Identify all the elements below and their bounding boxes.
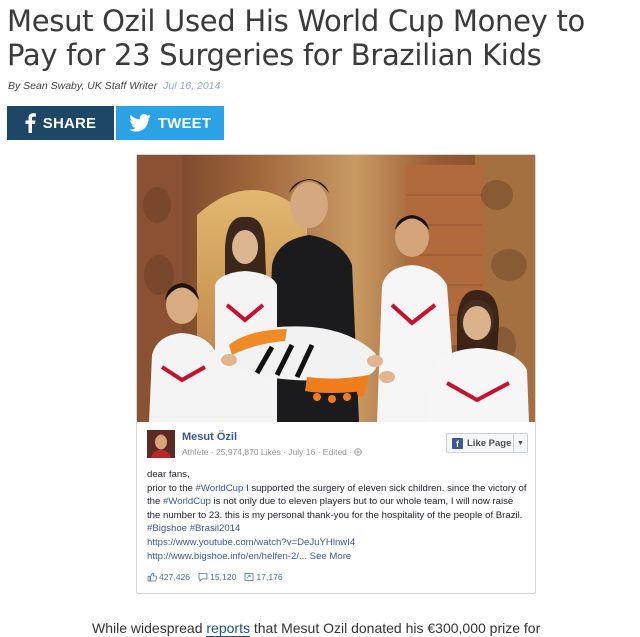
post-photo — [137, 155, 535, 422]
reports-link[interactable]: reports — [206, 620, 250, 637]
facebook-embedded-post: Mesut Özil Athlete · 25,974,870 Likes · … — [136, 154, 536, 594]
facebook-icon — [25, 113, 36, 133]
facebook-icon: f — [452, 437, 463, 449]
thumbs-up-icon — [147, 572, 157, 582]
twitter-bird-icon — [128, 114, 151, 132]
post-last-line: http://www.bigshoe.info/en/helfen-2/... … — [147, 550, 527, 564]
article-body-first-line: While widespread reports that Mesut Ozil… — [92, 620, 541, 637]
hashtag-link[interactable]: #WorldCup — [163, 496, 211, 507]
comment-icon — [198, 572, 208, 582]
see-more-link[interactable]: See More — [310, 551, 352, 562]
hashtag-link[interactable]: #WorldCup — [196, 483, 244, 494]
post-paragraph: prior to the #WorldCup I supported the s… — [147, 482, 527, 535]
post-header: Mesut Özil Athlete · 25,974,870 Likes · … — [147, 430, 528, 464]
shares-count[interactable]: 17,176 — [244, 572, 283, 582]
like-page-button[interactable]: f Like Page ▼ — [446, 433, 528, 453]
like-page-label: Like Page — [467, 437, 512, 449]
comments-count[interactable]: 15,120 — [198, 572, 236, 582]
chevron-down-icon[interactable]: ▼ — [513, 434, 527, 452]
likes-count[interactable]: 427,426 — [147, 572, 190, 582]
avatar[interactable] — [147, 430, 175, 458]
share-label: SHARE — [42, 114, 97, 132]
globe-icon — [354, 448, 363, 458]
hashtag-link[interactable]: #Brasil2014 — [190, 523, 241, 534]
twitter-tweet-button[interactable]: TWEET — [116, 106, 224, 140]
youtube-link[interactable]: https://www.youtube.com/watch?v=DeJuYHln… — [147, 536, 527, 550]
publish-date: Jul 16, 2014 — [163, 80, 221, 92]
share-buttons: SHARE TWEET — [7, 106, 224, 140]
article-title: Mesut Ozil Used His World Cup Money to P… — [7, 4, 585, 72]
post-greeting: dear fans, — [147, 469, 190, 480]
bigshoe-link[interactable]: http://www.bigshoe.info/en/helfen-2/... — [147, 551, 307, 562]
post-text: dear fans, prior to the #WorldCup I supp… — [147, 468, 527, 563]
byline: By Sean Swaby, UK Staff Writer Jul 16, 2… — [8, 80, 220, 92]
author-line: By Sean Swaby, UK Staff Writer — [8, 80, 158, 92]
share-icon — [244, 572, 254, 582]
post-stats: 427,426 15,120 17,176 — [147, 572, 283, 582]
facebook-share-button[interactable]: SHARE — [7, 106, 114, 140]
post-author[interactable]: Mesut Özil — [182, 431, 237, 443]
post-meta: Athlete · 25,974,870 Likes · July 16 · E… — [182, 447, 363, 458]
tweet-label: TWEET — [157, 114, 212, 132]
hashtag-link[interactable]: #Bigshoe — [147, 523, 187, 534]
